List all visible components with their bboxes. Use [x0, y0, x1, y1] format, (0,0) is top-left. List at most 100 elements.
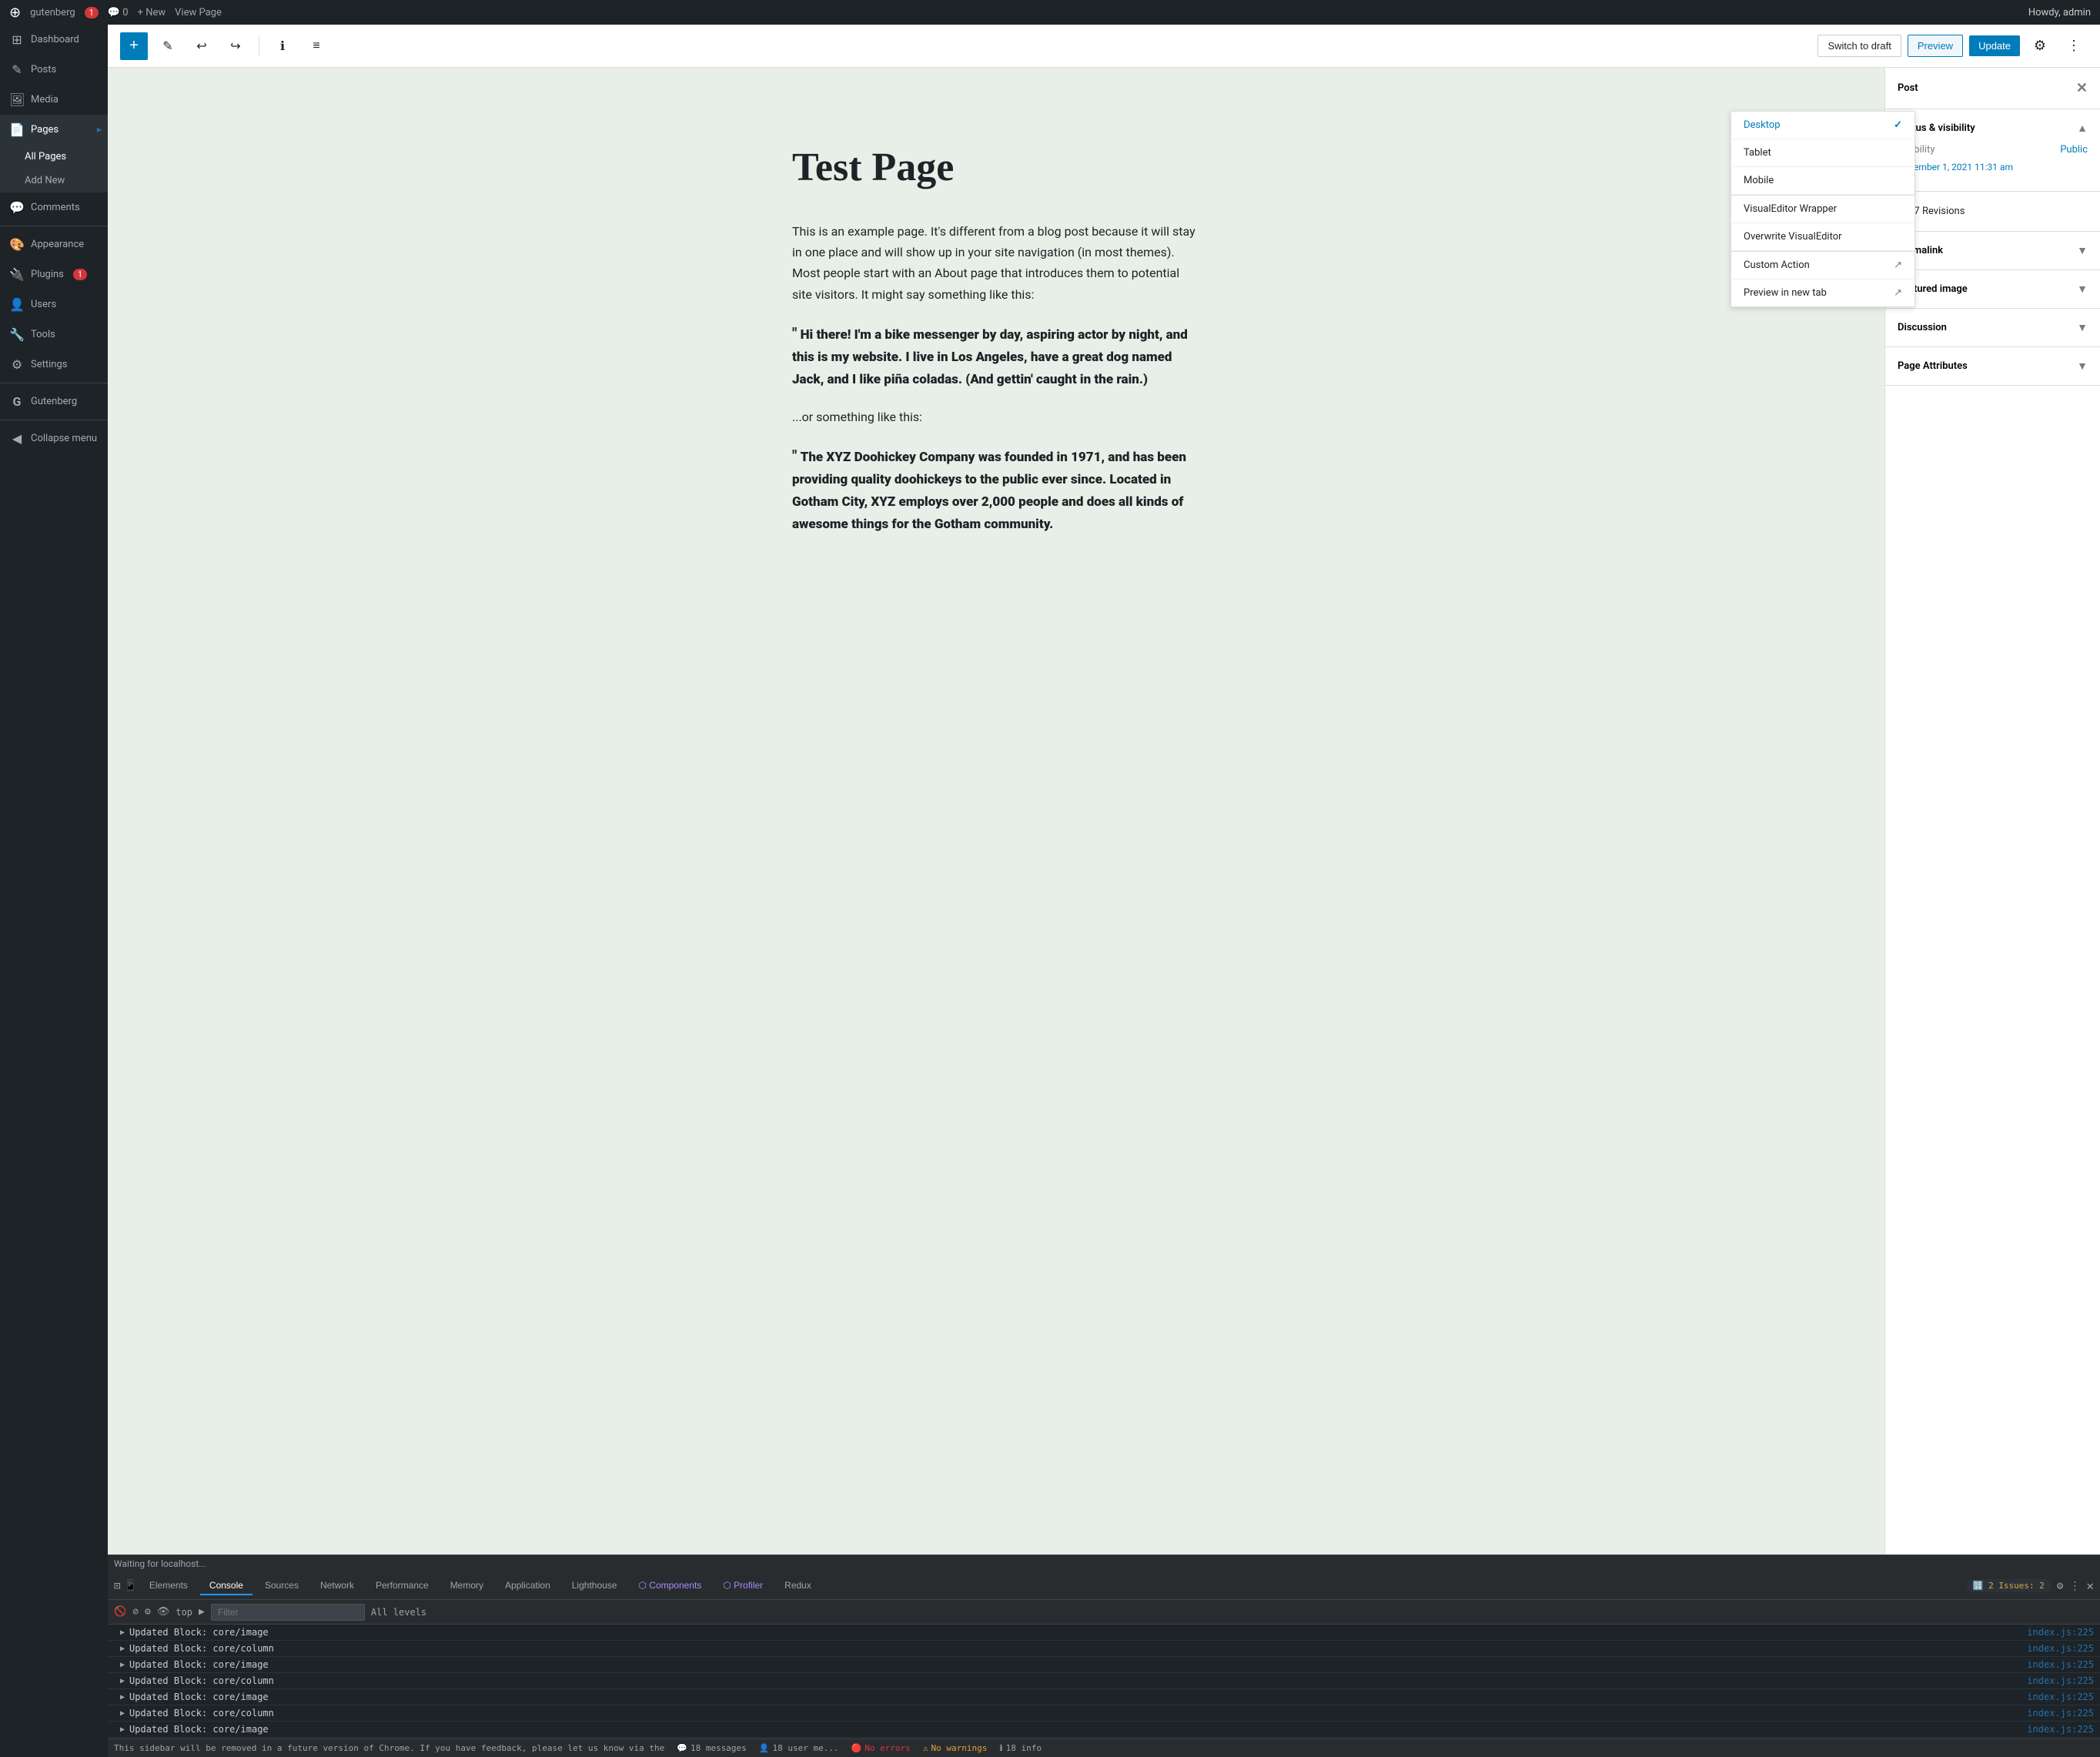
tab-sources[interactable]: Sources [256, 1577, 308, 1595]
edit-mode-button[interactable]: ✎ [154, 32, 182, 60]
close-sidebar-button[interactable]: ✕ [2076, 80, 2088, 96]
visibility-value[interactable]: Public [2060, 144, 2088, 156]
info-button[interactable]: ℹ [269, 32, 296, 60]
more-options-button[interactable]: ⋮ [2060, 32, 2088, 60]
devtools-settings-2-icon[interactable]: ⚙ [145, 1606, 151, 1618]
file-link[interactable]: index.js:225 [2027, 1627, 2094, 1638]
expand-arrow[interactable]: ▶ [120, 1709, 125, 1718]
tab-performance[interactable]: Performance [366, 1577, 438, 1595]
sidebar-item-plugins[interactable]: 🔌 Plugins 1 [0, 259, 108, 289]
devtools-mobile-icon[interactable]: 📱 [123, 1580, 136, 1592]
add-block-button[interactable]: + [120, 32, 148, 60]
featured-image-section: Featured image ▼ [1885, 270, 2100, 309]
expand-arrow[interactable]: ▶ [120, 1693, 125, 1702]
expand-arrow[interactable]: ▶ [120, 1628, 125, 1637]
devtools-filter-icon[interactable]: ⊘ [132, 1606, 139, 1618]
devtools-close-button[interactable]: ✕ [2086, 1578, 2094, 1593]
devtools-pointer-icon[interactable]: ⊡ [114, 1580, 120, 1592]
chevron-down-icon-2: ▼ [2077, 283, 2088, 296]
status-info[interactable]: ℹ 18 info [999, 1743, 1042, 1753]
sidebar-item-all-pages[interactable]: All Pages [0, 145, 108, 169]
tab-components[interactable]: ⬡ Components [629, 1577, 711, 1595]
preview-option-visual-editor-wrapper[interactable]: VisualEditor Wrapper [1731, 196, 1914, 223]
page-attributes-header[interactable]: Page Attributes ▼ [1885, 347, 2100, 385]
switch-to-draft-button[interactable]: Switch to draft [1817, 35, 1901, 57]
tab-application[interactable]: Application [496, 1577, 560, 1595]
status-messages[interactable]: 💬 18 messages [677, 1743, 747, 1753]
sidebar-item-users[interactable]: 👤 Users [0, 289, 108, 320]
console-message: Updated Block: core/image [129, 1692, 2027, 1702]
sidebar-item-gutenberg[interactable]: G Gutenberg [0, 387, 108, 417]
featured-image-header[interactable]: Featured image ▼ [1885, 270, 2100, 308]
tablet-label: Tablet [1744, 147, 1771, 159]
preview-option-overwrite-visual-editor[interactable]: Overwrite VisualEditor [1731, 223, 1914, 251]
user-messages-count: 18 user me... [773, 1743, 839, 1753]
preview-option-desktop[interactable]: Desktop ✓ [1731, 112, 1914, 139]
console-filter-input[interactable] [211, 1604, 365, 1621]
tab-elements[interactable]: Elements [140, 1577, 197, 1595]
level-selector[interactable]: All levels [371, 1607, 426, 1618]
preview-button[interactable]: Preview [1908, 35, 1963, 57]
status-warnings[interactable]: ⚠ No warnings [923, 1743, 987, 1753]
sidebar-item-dashboard[interactable]: ⊞ Dashboard [0, 25, 108, 55]
sidebar-item-comments[interactable]: 💬 Comments [0, 192, 108, 223]
expand-arrow[interactable]: ▶ [120, 1725, 125, 1734]
devtools-clear-icon[interactable]: 🚫 [114, 1606, 126, 1618]
update-button[interactable]: Update [1969, 35, 2020, 56]
devtools-eye-icon[interactable]: 👁 [157, 1606, 170, 1618]
preview-option-mobile[interactable]: Mobile [1731, 167, 1914, 195]
tab-profiler[interactable]: ⬡ Profiler [714, 1577, 772, 1595]
file-link[interactable]: index.js:225 [2027, 1643, 2094, 1654]
sidebar-item-media[interactable]: 🖼 Media [0, 85, 108, 115]
post-settings-button[interactable]: ⚙ [2026, 32, 2054, 60]
status-errors[interactable]: 🔴 No errors [851, 1743, 911, 1753]
file-link[interactable]: index.js:225 [2027, 1708, 2094, 1719]
preview-option-new-tab[interactable]: Preview in new tab ↗ [1731, 279, 1914, 306]
redo-button[interactable]: ↪ [222, 32, 249, 60]
sidebar-item-tools[interactable]: 🔧 Tools [0, 320, 108, 350]
preview-option-tablet[interactable]: Tablet [1731, 139, 1914, 167]
view-page-link[interactable]: View Page [175, 7, 222, 18]
tab-network[interactable]: Network [311, 1577, 363, 1595]
devtools-panel: ⊡ 📱 Elements Console Sources Network Per… [108, 1572, 2100, 1757]
tab-console[interactable]: Console [200, 1577, 252, 1595]
sidebar-item-settings[interactable]: ⚙ Settings [0, 350, 108, 380]
sidebar-item-add-new[interactable]: Add New [0, 169, 108, 192]
revisions-section[interactable]: ↺ 7 Revisions [1885, 192, 2100, 232]
console-row: ▶ Updated Block: core/column index.js:22… [108, 1641, 2100, 1657]
list-view-button[interactable]: ≡ [303, 32, 330, 60]
undo-button[interactable]: ↩ [188, 32, 216, 60]
expand-arrow[interactable]: ▶ [120, 1677, 125, 1685]
wp-logo-icon[interactable]: ⊕ [9, 5, 21, 21]
sidebar-item-collapse[interactable]: ◀ Collapse menu [0, 423, 108, 453]
file-link[interactable]: index.js:225 [2027, 1692, 2094, 1702]
preview-option-custom-action[interactable]: Custom Action ↗ [1731, 252, 1914, 279]
expand-arrow[interactable]: ▶ [120, 1661, 125, 1669]
console-message: Updated Block: core/column [129, 1643, 2027, 1654]
expand-arrow[interactable]: ▶ [120, 1645, 125, 1653]
discussion-header[interactable]: Discussion ▼ [1885, 309, 2100, 346]
devtools-execute-icon[interactable]: ▶ [199, 1606, 205, 1618]
page-title[interactable]: Test Page [792, 145, 1200, 190]
tab-lighthouse[interactable]: Lighthouse [563, 1577, 627, 1595]
status-section-header[interactable]: Status & visibility ▲ [1898, 122, 2088, 135]
file-link[interactable]: index.js:225 [2027, 1675, 2094, 1686]
top-selector[interactable]: top [176, 1607, 192, 1618]
permalink-header[interactable]: Permalink ▼ [1885, 232, 2100, 269]
sidebar-item-label: Users [31, 299, 56, 310]
issues-badge[interactable]: 🔢 2 Issues: 2 [1967, 1579, 2051, 1592]
tab-redux[interactable]: Redux [775, 1577, 821, 1595]
console-row: ▶ Updated Block: core/image index.js:225 [108, 1689, 2100, 1705]
sidebar-item-label: Settings [31, 359, 67, 370]
status-user-messages[interactable]: 👤 18 user me... [759, 1743, 839, 1753]
sidebar-item-pages[interactable]: 📄 Pages [0, 115, 108, 145]
devtools-settings-icon[interactable]: ⚙ [2057, 1580, 2063, 1592]
new-button[interactable]: + New [138, 7, 166, 18]
sidebar-item-appearance[interactable]: 🎨 Appearance [0, 229, 108, 259]
file-link[interactable]: index.js:225 [2027, 1724, 2094, 1735]
sidebar-item-posts[interactable]: ✎ Posts [0, 55, 108, 85]
file-link[interactable]: index.js:225 [2027, 1659, 2094, 1670]
visual-editor-wrapper-label: VisualEditor Wrapper [1744, 203, 1837, 215]
devtools-more-icon[interactable]: ⋮ [2069, 1580, 2080, 1592]
tab-memory[interactable]: Memory [441, 1577, 493, 1595]
